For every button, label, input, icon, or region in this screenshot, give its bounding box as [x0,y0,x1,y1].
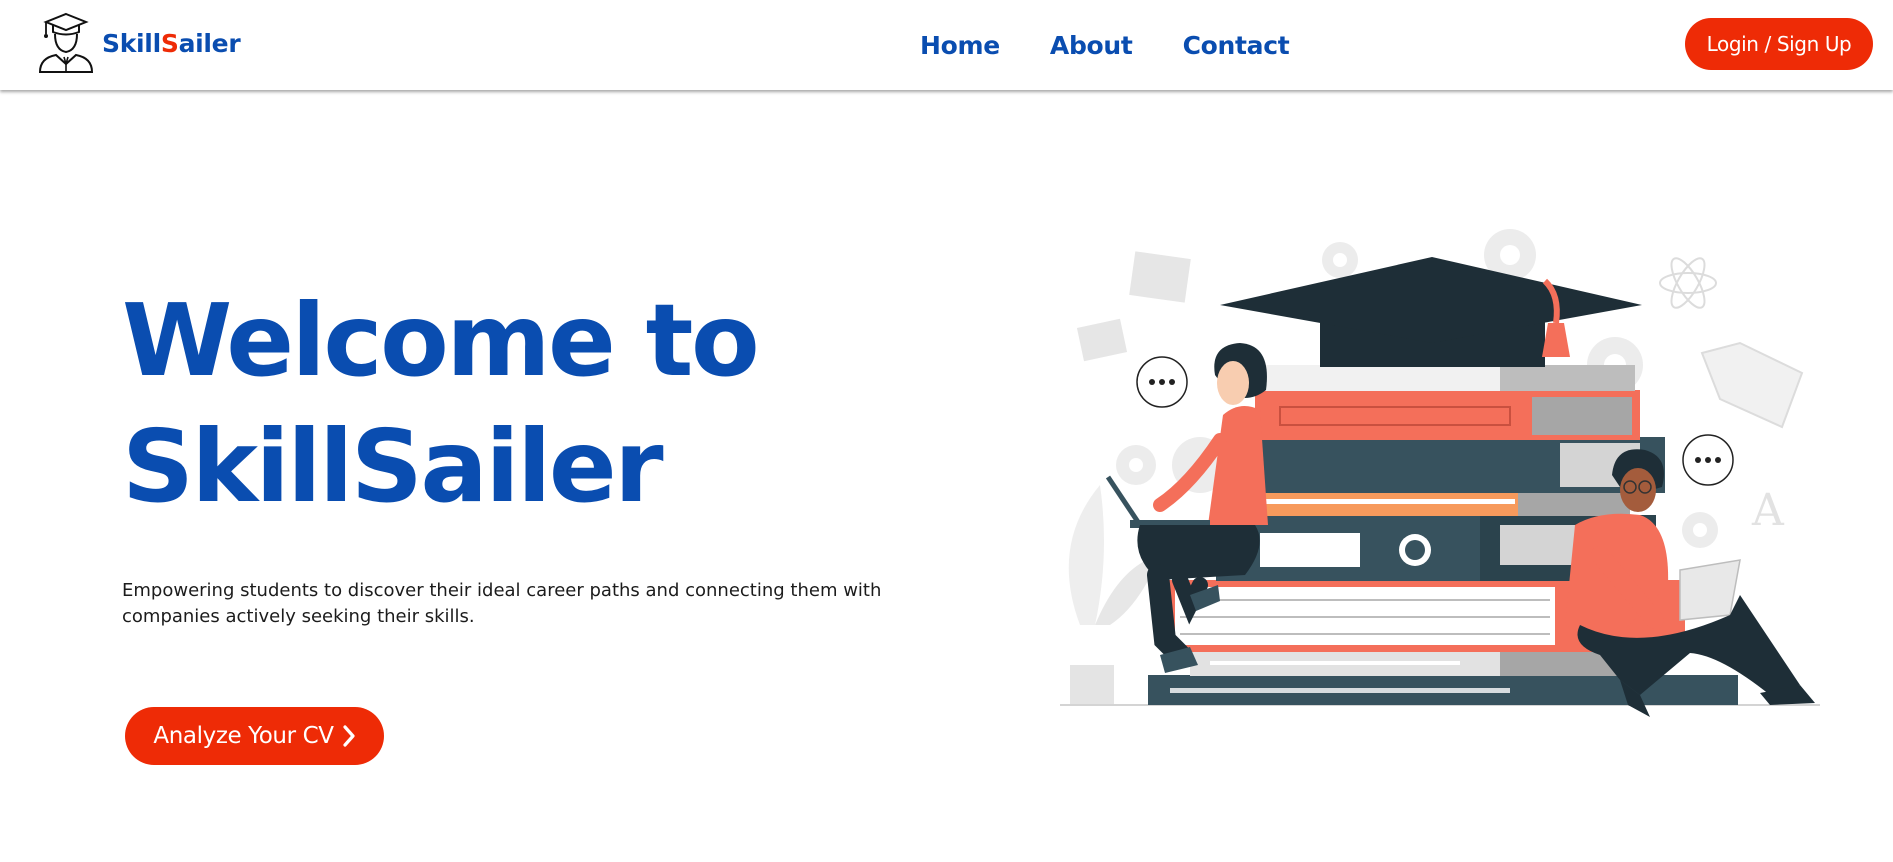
nav-contact[interactable]: Contact [1183,31,1290,60]
hero-title: Welcome to SkillSailer [122,278,882,530]
atom-icon [1659,257,1717,309]
nav-home[interactable]: Home [920,31,1000,60]
students-with-books-illustration: A [1060,229,1820,717]
letter-a-icon: A [1751,485,1785,536]
plant-icon [1068,485,1160,705]
open-book-icon [1700,341,1804,429]
analyze-cv-button[interactable]: Analyze Your CV [125,707,384,765]
analyze-cv-label: Analyze Your CV [153,723,334,749]
nav-about[interactable]: About [1050,31,1133,60]
hero-title-line2: SkillSailer [122,408,664,525]
graduation-cap-icon [1220,257,1642,367]
hero-title-line1: Welcome to [122,282,760,399]
chevron-right-icon [342,725,355,747]
brand-name: SkillSailer [102,28,241,58]
graduate-icon [38,12,94,73]
navbar: SkillSailer Home About Contact Login / S… [0,0,1893,90]
login-signup-button[interactable]: Login / Sign Up [1685,18,1873,70]
image-icon [1076,251,1191,362]
hero-subtitle: Empowering students to discover their id… [122,580,882,627]
main-nav: Home About Contact [920,0,1290,90]
brand-link[interactable]: SkillSailer [36,12,241,74]
